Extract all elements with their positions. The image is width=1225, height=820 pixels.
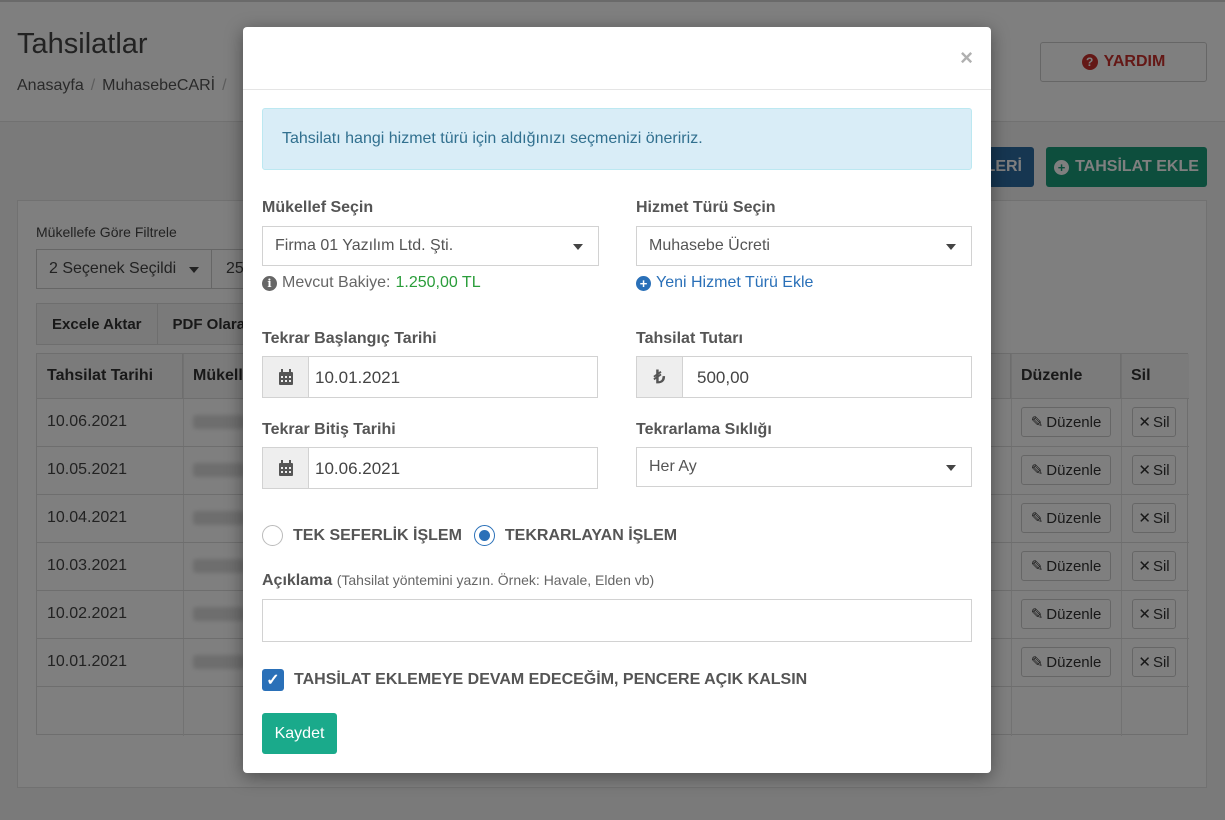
keep-open-label[interactable]: TAHSİLAT EKLEMEYE DEVAM EDECEĞİM, PENCER… xyxy=(294,671,807,689)
taxpayer-label: Mükellef Seçin xyxy=(262,199,374,216)
description-label-row: Açıklama (Tahsilat yöntemini yazın. Örne… xyxy=(262,572,654,590)
amount-label: Tahsilat Tutarı xyxy=(636,330,743,347)
service-value: Muhasebe Ücreti xyxy=(649,237,770,254)
balance-info: i Mevcut Bakiye: 1.250,00 TL xyxy=(262,274,481,292)
balance-value: 1.250,00 TL xyxy=(395,274,481,291)
end-date-value: 10.06.2021 xyxy=(309,448,597,488)
transaction-type-group: TEK SEFERLİK İŞLEM TEKRARLAYAN İŞLEM xyxy=(262,525,677,546)
amount-field[interactable]: ₺ 500,00 xyxy=(636,356,972,398)
start-date-value: 10.01.2021 xyxy=(309,357,597,397)
lira-icon: ₺ xyxy=(637,357,683,397)
plus-circle-icon: + xyxy=(636,275,651,291)
add-service-link[interactable]: + Yeni Hizmet Türü Ekle xyxy=(636,274,813,292)
radio-single[interactable] xyxy=(262,525,283,546)
chevron-down-icon xyxy=(946,465,956,471)
amount-value: 500,00 xyxy=(683,357,971,397)
start-date-label: Tekrar Başlangıç Tarihi xyxy=(262,330,437,347)
balance-label: Mevcut Bakiye: xyxy=(282,274,391,291)
service-label: Hizmet Türü Seçin xyxy=(636,199,776,216)
add-service-label: Yeni Hizmet Türü Ekle xyxy=(656,274,814,291)
description-label: Açıklama xyxy=(262,572,333,589)
chevron-down-icon xyxy=(946,244,956,250)
description-input[interactable] xyxy=(262,599,972,642)
radio-recurring[interactable] xyxy=(473,525,495,546)
save-button[interactable]: Kaydet xyxy=(262,713,337,754)
add-collection-modal: × Tahsilatı hangi hizmet türü için aldığ… xyxy=(243,27,991,773)
service-select[interactable]: Muhasebe Ücreti xyxy=(636,226,972,266)
modal-header: × xyxy=(243,27,991,90)
info-alert: Tahsilatı hangi hizmet türü için aldığın… xyxy=(262,108,972,170)
frequency-select[interactable]: Her Ay xyxy=(636,447,972,487)
chevron-down-icon xyxy=(573,244,583,250)
calendar-icon xyxy=(263,448,309,488)
keep-open-row[interactable]: ✓ TAHSİLAT EKLEMEYE DEVAM EDECEĞİM, PENC… xyxy=(262,669,807,691)
taxpayer-value: Firma 01 Yazılım Ltd. Şti. xyxy=(275,237,454,254)
taxpayer-select[interactable]: Firma 01 Yazılım Ltd. Şti. xyxy=(262,226,599,266)
radio-recurring-label[interactable]: TEKRARLAYAN İŞLEM xyxy=(505,527,677,545)
info-icon: i xyxy=(262,275,277,291)
calendar-icon xyxy=(263,357,309,397)
close-icon[interactable]: × xyxy=(960,45,973,71)
check-icon[interactable]: ✓ xyxy=(262,669,284,691)
end-date-field[interactable]: 10.06.2021 xyxy=(262,447,598,489)
frequency-value: Her Ay xyxy=(649,458,697,475)
frequency-label: Tekrarlama Sıklığı xyxy=(636,421,772,438)
description-hint: (Tahsilat yöntemini yazın. Örnek: Havale… xyxy=(336,572,655,588)
end-date-label: Tekrar Bitiş Tarihi xyxy=(262,421,396,438)
radio-single-label[interactable]: TEK SEFERLİK İŞLEM xyxy=(293,527,462,545)
start-date-field[interactable]: 10.01.2021 xyxy=(262,356,598,398)
